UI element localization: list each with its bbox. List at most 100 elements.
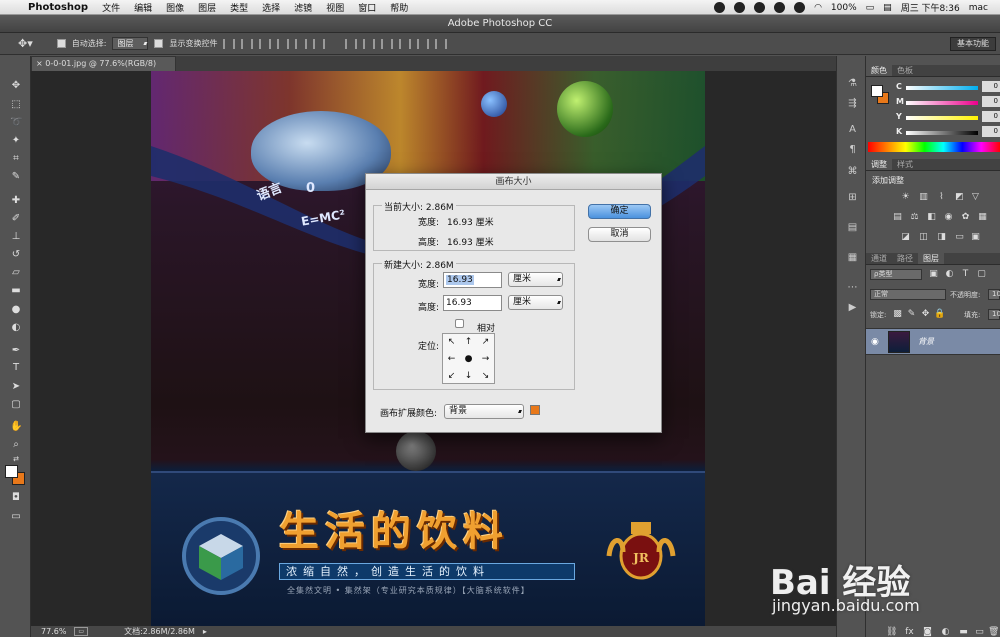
status-share-icon[interactable]: ▭ — [74, 627, 89, 636]
distribute-left-icon[interactable] — [399, 38, 412, 49]
menu-view[interactable]: 视图 — [326, 1, 344, 14]
properties-panel-icon[interactable]: ▤ — [846, 222, 859, 234]
anchor-bottom-right-icon[interactable]: ↘ — [477, 368, 494, 385]
distribute-right-icon[interactable] — [435, 38, 448, 49]
eyedropper-icon[interactable]: ✎ — [10, 171, 22, 183]
clone-stamp-icon[interactable]: ⊥ — [10, 231, 22, 243]
width-unit-select[interactable]: 厘米 — [508, 272, 563, 287]
blur-tool-icon[interactable]: ● — [10, 304, 22, 316]
hand-tool-icon[interactable]: ✋ — [10, 421, 22, 433]
wechat-tray-icon[interactable] — [714, 2, 726, 13]
clock[interactable]: 周三 下午8:36 — [901, 1, 960, 14]
distribute-vcenter-icon[interactable] — [363, 38, 376, 49]
screen-mode-icon[interactable]: ▭ — [10, 511, 22, 523]
play-panel-icon[interactable]: ▶ — [846, 302, 859, 314]
workspace-button[interactable]: 基本功能 — [950, 37, 996, 51]
tab-paths[interactable]: 路径 — [892, 253, 918, 264]
slider-black[interactable]: K 0 — [896, 126, 1000, 139]
menu-window[interactable]: 窗口 — [358, 1, 376, 14]
lasso-tool-icon[interactable]: ➰ — [10, 117, 22, 129]
quick-mask-icon[interactable]: ◘ — [10, 492, 22, 504]
visibility-eye-icon[interactable]: ◉ — [871, 337, 879, 347]
actions-panel-icon[interactable]: ⇶ — [846, 98, 859, 110]
lock-move-icon[interactable]: ✥ — [920, 309, 931, 319]
curves-icon[interactable]: ⌇ — [936, 192, 947, 202]
marquee-tool-icon[interactable]: ⬚ — [10, 99, 22, 111]
layer-filter-dropdown[interactable]: ρ类型 — [870, 269, 922, 280]
magic-wand-icon[interactable]: ✦ — [10, 135, 22, 147]
lock-all-icon[interactable]: 🔒 — [934, 309, 945, 319]
foreground-color-swatch[interactable] — [5, 465, 18, 478]
extension-color-swatch[interactable] — [530, 405, 540, 415]
height-unit-select[interactable]: 厘米 — [508, 295, 563, 310]
battery-icon[interactable]: ▭ — [866, 3, 875, 13]
filter-shape-icon[interactable]: ▢ — [976, 269, 987, 279]
layer-row-background[interactable]: ◉ 背景 — [866, 328, 1000, 355]
slider-black-bar[interactable] — [906, 131, 978, 135]
tab-styles[interactable]: 样式 — [892, 159, 918, 170]
photo-filter-icon[interactable]: ◉ — [943, 212, 954, 222]
slider-yellow-value[interactable]: 0 — [982, 111, 1000, 122]
slider-magenta-bar[interactable] — [906, 101, 978, 105]
hue-saturation-icon[interactable]: ▤ — [892, 212, 903, 222]
brightness-icon[interactable]: ☀ — [900, 192, 911, 202]
auto-select-checkbox[interactable] — [56, 39, 66, 48]
align-vcenter-icon[interactable] — [241, 38, 254, 49]
eraser-icon[interactable]: ▱ — [10, 267, 22, 279]
app-menu[interactable]: Photoshop — [28, 2, 88, 13]
align-hcenter-icon[interactable] — [295, 38, 308, 49]
height-input[interactable]: 16.93 — [443, 295, 502, 311]
slider-yellow[interactable]: Y 0 — [896, 111, 1000, 124]
extension-color-select[interactable]: 背景 — [444, 404, 524, 419]
distribute-top-icon[interactable] — [345, 38, 358, 49]
anchor-top-right-icon[interactable]: ↗ — [477, 334, 494, 351]
filter-pixel-icon[interactable]: ▣ — [928, 269, 939, 279]
selective-color-icon[interactable]: ▣ — [970, 232, 981, 242]
status-arrow-icon[interactable]: ▸ — [203, 627, 207, 636]
ok-button[interactable]: 确定 — [588, 204, 651, 219]
menu-file[interactable]: 文件 — [102, 1, 120, 14]
close-tab-icon[interactable]: × — [36, 59, 45, 68]
menu-layer[interactable]: 图层 — [198, 1, 216, 14]
user-menu[interactable]: mac — [969, 3, 988, 13]
color-spectrum[interactable] — [868, 142, 1000, 152]
slider-cyan[interactable]: C 0 — [896, 81, 1000, 94]
path-select-icon[interactable]: ➤ — [10, 381, 22, 393]
menu-edit[interactable]: 编辑 — [134, 1, 152, 14]
type-tool-icon[interactable]: T — [10, 362, 22, 374]
threshold-icon[interactable]: ◨ — [936, 232, 947, 242]
history-brush-icon[interactable]: ↺ — [10, 249, 22, 261]
show-transform-checkbox[interactable] — [154, 39, 164, 48]
slider-magenta[interactable]: M 0 — [896, 96, 1000, 109]
color-fg-swatch[interactable] — [871, 85, 883, 97]
gradient-tool-icon[interactable]: ▬ — [10, 285, 22, 297]
cancel-button[interactable]: 取消 — [588, 227, 651, 242]
align-top-icon[interactable] — [223, 38, 236, 49]
character-panel-icon[interactable]: A — [846, 124, 859, 136]
color-balance-icon[interactable]: ⚖ — [909, 212, 920, 222]
brush-tool-icon[interactable]: ✐ — [10, 213, 22, 225]
document-tab[interactable]: × 0-0-01.jpg @ 77.6%(RGB/8) — [31, 56, 176, 71]
paragraph-panel-icon[interactable]: ¶ — [846, 144, 859, 156]
zoom-level[interactable]: 77.6% — [41, 627, 66, 636]
healing-brush-icon[interactable]: ✚ — [10, 195, 22, 207]
align-right-icon[interactable] — [313, 38, 326, 49]
exposure-icon[interactable]: ◩ — [954, 192, 965, 202]
menu-select[interactable]: 选择 — [262, 1, 280, 14]
width-input-value[interactable]: 16.93 — [446, 275, 474, 285]
width-input[interactable]: 16.93 — [443, 272, 502, 288]
menu-image[interactable]: 图像 — [166, 1, 184, 14]
layer-name[interactable]: 背景 — [918, 336, 934, 347]
qq-tray-icon[interactable] — [734, 2, 746, 13]
wifi-icon[interactable]: ◠ — [814, 3, 822, 13]
posterize-icon[interactable]: ◫ — [918, 232, 929, 242]
auto-select-dropdown[interactable]: 图层 — [112, 37, 149, 50]
color-lookup-icon[interactable]: ▦ — [977, 212, 988, 222]
zoom-tool-icon[interactable]: ⌕ — [10, 439, 22, 451]
invert-icon[interactable]: ◪ — [900, 232, 911, 242]
shape-tool-icon[interactable]: ▢ — [10, 399, 22, 411]
lock-brush-icon[interactable]: ✎ — [906, 309, 917, 319]
tab-swatches[interactable]: 色板 — [892, 65, 918, 76]
relative-checkbox[interactable] — [455, 319, 464, 328]
tab-adjustments[interactable]: 调整 — [866, 159, 892, 170]
